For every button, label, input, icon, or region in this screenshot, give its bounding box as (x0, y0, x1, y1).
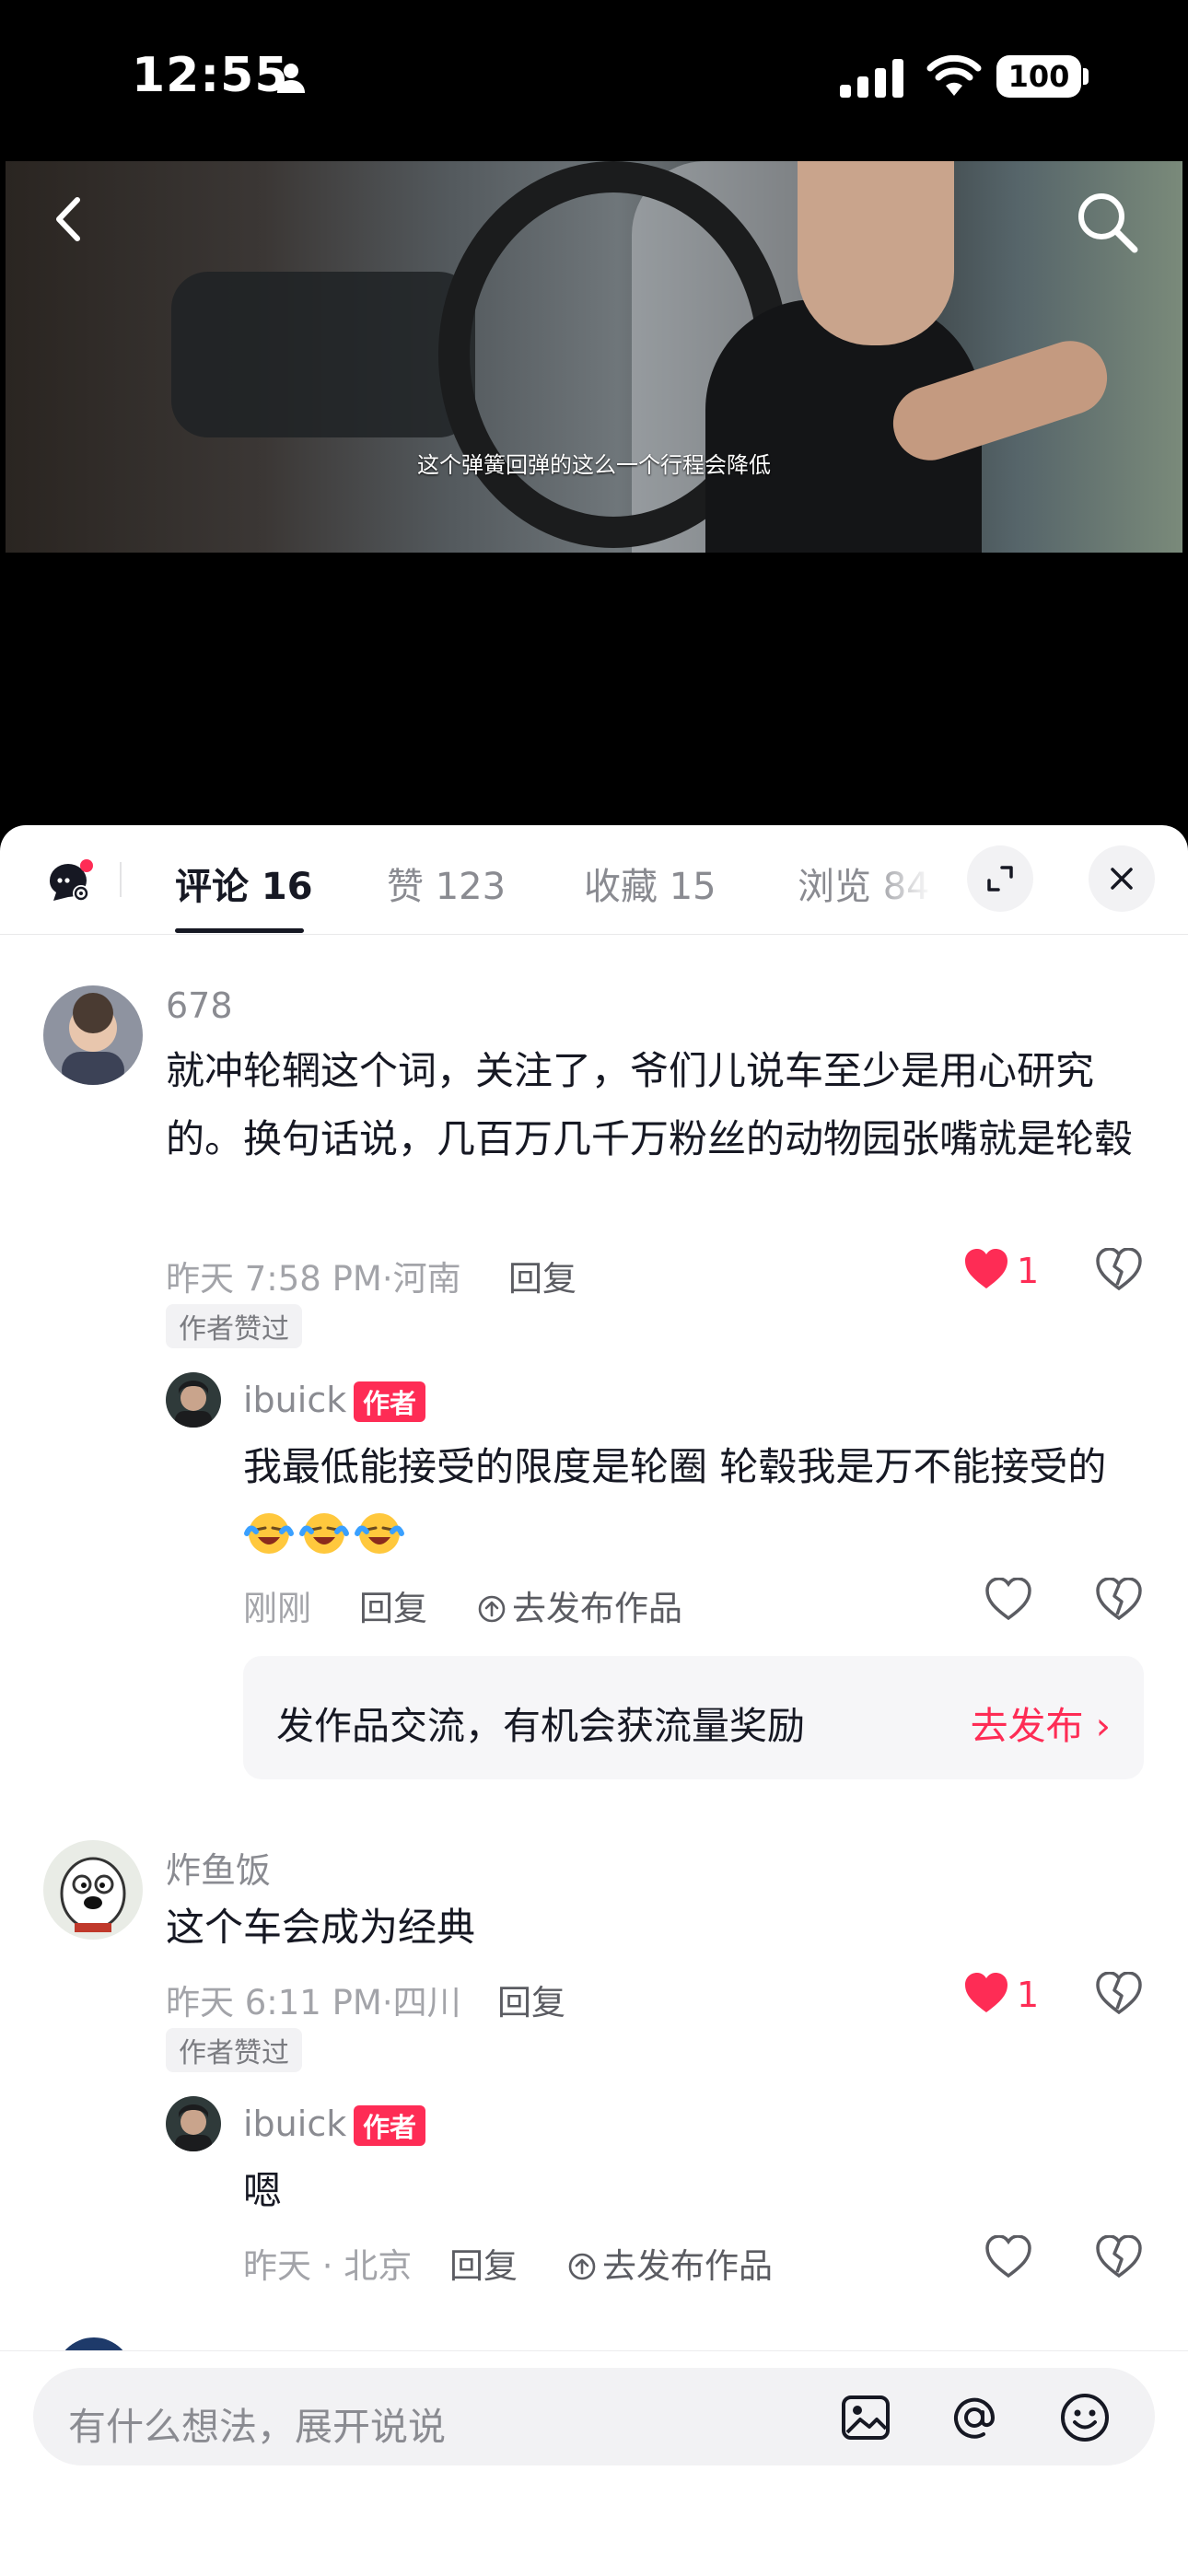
comment-text: 就冲轮辋这个词，关注了，爷们儿说车至少是用心研究的。换句话说，几百万几千万粉丝的… (166, 1048, 1134, 1161)
tab-fade-overlay (866, 844, 949, 917)
comment-input-placeholder: 有什么想法，展开说说 (68, 2405, 446, 2449)
cellular-signal-icon (840, 59, 906, 101)
tab-bar: 评论 16 赞 123 收藏 15 浏览 84 (0, 825, 1188, 935)
reply-meta: 刚刚 (243, 1589, 311, 1628)
dislike-icon[interactable] (1096, 2234, 1142, 2281)
reply-button[interactable]: 回复 (449, 2238, 518, 2288)
expand-button[interactable] (967, 845, 1033, 912)
reply-avatar[interactable] (166, 2096, 221, 2151)
emoji-icon[interactable] (1059, 2392, 1111, 2447)
reply-button[interactable]: 回复 (359, 1580, 427, 1630)
upload-circle-icon (568, 2253, 596, 2280)
back-icon[interactable] (39, 187, 103, 255)
comment-input-bar: 有什么想法，展开说说 (0, 2350, 1188, 2576)
publish-work-button[interactable]: 去发布作品 (477, 1580, 682, 1630)
video-scene-dashboard (171, 272, 475, 437)
wifi-icon (926, 54, 983, 101)
reply-username[interactable]: ibuick (243, 2104, 346, 2144)
like-count: 1 (1017, 1251, 1040, 1291)
heart-filled-icon[interactable] (963, 1248, 1009, 1294)
comment-meta: 昨天 7:58 PM·河南 (166, 1259, 461, 1299)
promo-text: 发作品交流，有机会获流量奖励 (276, 1704, 805, 1748)
status-bar: 12:55 100 (0, 0, 1188, 161)
comment-meta: 昨天 6:11 PM·四川 (166, 1983, 461, 2022)
dislike-icon[interactable] (1096, 1577, 1142, 1624)
heart-outline-icon[interactable] (985, 1577, 1031, 1624)
reply-text: 我最低能接受的限度是轮圈 轮毂我是万不能接受的 (243, 1433, 1127, 1569)
publish-promo-card[interactable]: 发作品交流，有机会获流量奖励 去发布 › (243, 1656, 1144, 1779)
comment-username[interactable]: 678 (166, 985, 233, 1026)
author-liked-badge: 作者赞过 (166, 1304, 302, 1348)
reply-username[interactable]: ibuick (243, 1380, 346, 1420)
comment-username[interactable]: 炸鱼饭 (166, 1842, 271, 1893)
author-liked-badge: 作者赞过 (166, 2028, 302, 2072)
publish-work-button[interactable]: 去发布作品 (567, 2238, 773, 2288)
like-count: 1 (1017, 1975, 1040, 2015)
video-subtitle: 这个弹簧回弹的这么一个行程会降低 (417, 452, 771, 478)
status-time: 12:55 (132, 48, 289, 103)
publish-work-label: 去发布作品 (602, 2246, 773, 2286)
tab-likes[interactable]: 赞 123 (387, 857, 506, 910)
video-player[interactable]: 这个弹簧回弹的这么一个行程会降低 (6, 161, 1182, 553)
expand-icon (987, 866, 1013, 892)
upload-circle-icon (478, 1595, 506, 1623)
image-icon[interactable] (840, 2392, 891, 2447)
laugh-cry-emoji-icon (244, 1513, 294, 1554)
reply-button[interactable]: 回复 (497, 1975, 565, 2024)
tab-active-indicator (175, 928, 304, 933)
person-icon (274, 61, 308, 98)
tab-favorites[interactable]: 收藏 15 (584, 857, 716, 910)
heart-filled-icon[interactable] (963, 1972, 1009, 2018)
tab-comments[interactable]: 评论 16 (175, 857, 313, 910)
reply-button[interactable]: 回复 (508, 1251, 577, 1300)
laughing-crying-emojis (243, 1512, 409, 1557)
tab-divider (120, 862, 122, 897)
heart-outline-icon[interactable] (985, 2234, 1031, 2281)
promo-publish-link[interactable]: 去发布 › (971, 1695, 1111, 1750)
reply-text-content: 我最低能接受的限度是轮圈 轮毂我是万不能接受的 (243, 1444, 1107, 1489)
laugh-cry-emoji-icon (299, 1513, 349, 1554)
avatar[interactable] (43, 985, 143, 1085)
publish-work-label: 去发布作品 (512, 1589, 682, 1628)
reply-text: 嗯 (243, 2168, 283, 2213)
battery-indicator: 100 (996, 55, 1081, 98)
video-scene-head (798, 161, 954, 345)
author-tag: 作者 (354, 1381, 426, 1422)
reply-meta: 昨天 · 北京 (243, 2246, 413, 2286)
mention-icon[interactable] (949, 2392, 1000, 2447)
search-icon[interactable] (1072, 187, 1142, 261)
chat-settings-icon[interactable] (44, 855, 96, 910)
battery-nub (1083, 68, 1089, 85)
avatar[interactable] (43, 1840, 143, 1940)
dislike-icon[interactable] (1096, 1971, 1142, 2018)
reply-avatar[interactable] (166, 1372, 221, 1428)
dislike-icon[interactable] (1096, 1247, 1142, 1294)
laugh-cry-emoji-icon (355, 1513, 404, 1554)
comment-input[interactable]: 有什么想法，展开说说 (33, 2368, 1155, 2465)
close-icon (1111, 868, 1133, 890)
comment-text: 这个车会成为经典 (166, 1905, 476, 1950)
close-button[interactable] (1089, 845, 1155, 912)
author-tag: 作者 (354, 2105, 426, 2146)
